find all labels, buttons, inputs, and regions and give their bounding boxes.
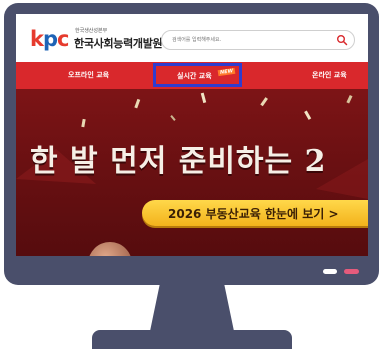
site-header: kpc 한국생산성본부 한국사회능력개발원 <box>16 14 368 62</box>
logo-mark: kpc <box>30 27 69 51</box>
org-name: 한국사회능력개발원 <box>74 37 163 50</box>
new-badge: NEW <box>217 67 236 77</box>
indicator-light-white <box>323 269 337 274</box>
monitor-screen: kpc 한국생산성본부 한국사회능력개발원 오프라인 교육 실시간 교육 NEW… <box>16 14 368 256</box>
banner-cta-button[interactable]: 2026 부동산교육 한눈에 보기 > <box>142 200 368 226</box>
logo[interactable]: kpc 한국생산성본부 한국사회능력개발원 <box>30 26 163 54</box>
nav-item-offline[interactable]: 오프라인 교육 <box>68 70 109 80</box>
search-input[interactable] <box>172 33 322 47</box>
nav-item-online[interactable]: 온라인 교육 <box>312 70 347 80</box>
banner-cta-label: 2026 부동산교육 한눈에 보기 > <box>168 207 339 221</box>
monitor-base <box>92 330 292 349</box>
indicator-light-pink <box>344 269 359 274</box>
nav-item-live[interactable]: 실시간 교육 <box>177 71 212 81</box>
hero-banner[interactable]: 한 발 먼저 준비하는 2 2026 부동산교육 한눈에 보기 > <box>16 89 368 256</box>
decorative-orb <box>88 242 132 256</box>
search-icon[interactable] <box>336 34 348 46</box>
search-box[interactable] <box>161 30 355 50</box>
main-nav: 오프라인 교육 실시간 교육 NEW 온라인 교육 <box>16 62 368 89</box>
banner-title: 한 발 먼저 준비하는 2 <box>30 144 327 179</box>
nav-item-live-highlight[interactable]: 실시간 교육 NEW <box>153 63 242 87</box>
org-sub-label: 한국생산성본부 <box>75 28 108 34</box>
